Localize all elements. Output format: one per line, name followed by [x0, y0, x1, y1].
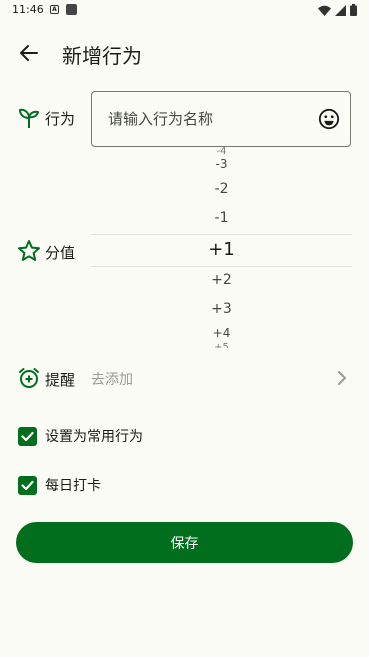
reminder-label: 提醒: [45, 371, 76, 389]
behavior-label: 行为: [45, 110, 76, 128]
daily-checkin-label: 每日打卡: [45, 478, 101, 494]
common-behavior-label: 设置为常用行为: [45, 429, 143, 445]
check-icon: [21, 431, 34, 441]
notification-square-icon: [66, 4, 77, 15]
save-button[interactable]: 保存: [16, 522, 353, 563]
behavior-name-input[interactable]: [108, 92, 308, 146]
status-icons: [318, 4, 357, 16]
score-label: 分值: [45, 244, 76, 262]
emoji-icon[interactable]: [318, 108, 340, 130]
status-bar: 11:46 A: [0, 0, 369, 22]
score-selected[interactable]: +1: [91, 239, 352, 260]
behavior-name-field: [91, 91, 351, 147]
battery-icon: [350, 4, 357, 16]
daily-checkin-checkbox[interactable]: [18, 475, 37, 495]
score-option[interactable]: -2: [91, 181, 352, 197]
score-option[interactable]: +3: [91, 301, 352, 317]
wifi-icon: [318, 5, 331, 16]
score-picker[interactable]: -4 -3 -2 -1 +1 +2 +3 +4 +5: [91, 146, 352, 348]
score-option[interactable]: -3: [91, 157, 352, 169]
picker-divider-bottom: [91, 266, 352, 267]
score-option[interactable]: -1: [91, 210, 352, 226]
back-arrow-icon: [20, 45, 38, 61]
score-option[interactable]: -4: [91, 146, 352, 154]
status-time: 11:46: [12, 3, 44, 16]
check-icon: [21, 480, 34, 490]
back-button[interactable]: [14, 38, 44, 68]
top-app-bar: 新增行为: [0, 28, 369, 78]
notification-a-icon: A: [50, 5, 59, 14]
common-behavior-checkbox[interactable]: [18, 426, 37, 446]
page-title: 新增行为: [62, 44, 142, 68]
sprout-icon: [19, 108, 39, 128]
score-option[interactable]: +5: [91, 342, 352, 348]
chevron-right-icon: [338, 371, 346, 385]
reminder-row[interactable]: 提醒 去添加: [0, 360, 369, 396]
reminder-hint: 去添加: [91, 372, 133, 388]
score-option[interactable]: +2: [91, 272, 352, 288]
alarm-add-icon: [19, 368, 39, 388]
score-option[interactable]: +4: [91, 325, 352, 339]
daily-checkin-option[interactable]: 每日打卡: [18, 471, 101, 499]
picker-divider-top: [91, 234, 352, 235]
common-behavior-option[interactable]: 设置为常用行为: [18, 422, 143, 450]
star-icon: [18, 240, 40, 261]
signal-icon: [335, 4, 346, 16]
